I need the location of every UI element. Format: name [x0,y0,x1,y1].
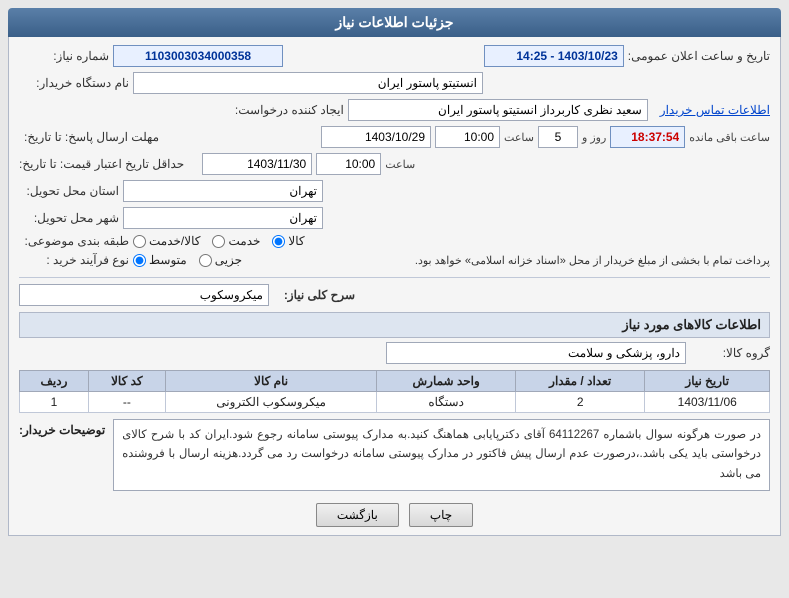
kala-table: تاریخ نیاز تعداد / مقدار واحد شمارش نام … [19,370,770,413]
ijad-input[interactable] [348,99,648,121]
nav-motavset-label: متوسط [149,253,187,267]
nav-farayand-note: پرداخت تمام با بخشی از مبلغ خریدار از مح… [256,253,770,271]
cell-tarikh: 1403/11/06 [645,391,770,412]
page-header: جزئیات اطلاعات نیاز [8,8,781,37]
hadaghal-date-input[interactable] [202,153,312,175]
tabaghe-kala-khidmat[interactable]: کالا/خدمت [133,234,200,248]
nav-jozi-radio[interactable] [199,254,212,267]
nav-jozi[interactable]: جزیی [199,253,242,267]
name-dastgah-input[interactable] [133,72,483,94]
tabaghe-khidmat[interactable]: خدمت [212,234,260,248]
tabaghe-kala-khidmat-label: کالا/خدمت [149,234,200,248]
cell-kod: -- [88,391,165,412]
goroh-label: گروه کالا: [690,346,770,360]
ijad-label: ایجاد کننده درخواست: [224,103,344,117]
tabaghe-kala[interactable]: کالا [272,234,304,248]
shomara-input[interactable] [113,45,283,67]
tabaghe-khidmat-radio[interactable] [212,235,225,248]
goroh-input[interactable] [386,342,686,364]
bazgasht-button[interactable]: بازگشت [316,503,399,527]
col-radif: ردیف [20,370,89,391]
tarikh-label: تاریخ و ساعت اعلان عمومی: [628,49,770,63]
nav-farayand-label: نوع فرآیند خرید : [19,253,129,267]
tabaghe-label: طبقه بندی موضوعی: [19,234,129,248]
sarh-input[interactable] [19,284,269,306]
name-dastgah-label: نام دستگاه خریدار: [19,76,129,90]
tabaghe-kala-khidmat-radio[interactable] [133,235,146,248]
mohlat-rooz-input[interactable] [538,126,578,148]
cell-radif: 1 [20,391,89,412]
mohlat-rooz-label: روز و [582,131,606,144]
tabaghe-kala-radio[interactable] [272,235,285,248]
tarikh-input[interactable] [484,45,624,67]
bottom-buttons: چاپ بازگشت [19,503,770,527]
col-kod: کد کالا [88,370,165,391]
tabaghe-kala-label: کالا [288,234,304,248]
cell-vahed: دستگاه [377,391,516,412]
table-row: 1403/11/06 2 دستگاه میکروسکوب الکترونی -… [20,391,770,412]
mohlat-label: مهلت ارسال پاسخ: تا تاریخ: [19,130,159,144]
shomara-label: شماره نیاز: [19,49,109,63]
col-tedad: تعداد / مقدار [515,370,645,391]
nav-jozi-label: جزیی [215,253,242,267]
col-tarikh: تاریخ نیاز [645,370,770,391]
mohlat-date-input[interactable] [321,126,431,148]
mohlat-saaat-remaining [610,126,685,148]
shahr-input[interactable] [123,207,323,229]
ettelaat-link[interactable]: اطلاعات تماس خریدار [660,103,770,117]
mohlat-time-input[interactable] [435,126,500,148]
hadaghal-label: حداقل تاریخ اعتبار قیمت: تا تاریخ: [19,157,184,171]
tabaghe-radio-group: کالا/خدمت خدمت کالا [133,234,305,248]
hadaghal-time-input[interactable] [316,153,381,175]
col-vahed: واحد شمارش [377,370,516,391]
nav-motavset-radio[interactable] [133,254,146,267]
saaat-static: ساعت [504,131,534,144]
ostan-input[interactable] [123,180,323,202]
toseeat-label: توضیحات خریدار: [19,419,105,437]
col-name-kala: نام کالا [165,370,377,391]
tabaghe-khidmat-label: خدمت [228,234,260,248]
toseeat-box: در صورت هرگونه سوال باشماره 64112267 آقا… [113,419,770,492]
nav-motavset[interactable]: متوسط [133,253,187,267]
page-title: جزئیات اطلاعات نیاز [335,14,453,30]
shahr-label: شهر محل تحویل: [19,211,119,225]
chap-button[interactable]: چاپ [409,503,473,527]
nav-farayand-radio-group: متوسط جزیی [133,253,242,267]
cell-tedad: 2 [515,391,645,412]
ostan-label: استان محل تحویل: [19,184,119,198]
cell-name-kala: میکروسکوب الکترونی [165,391,377,412]
toseeat-text: در صورت هرگونه سوال باشماره 64112267 آقا… [122,429,761,480]
mohlat-remaining-label: ساعت باقی مانده [689,131,770,144]
sarh-label: سرح کلی نیاز: [275,288,355,302]
etelaat-section-title: اطلاعات کالاهای مورد نیاز [19,312,770,338]
hadaghal-saaat-static: ساعت [385,158,415,171]
